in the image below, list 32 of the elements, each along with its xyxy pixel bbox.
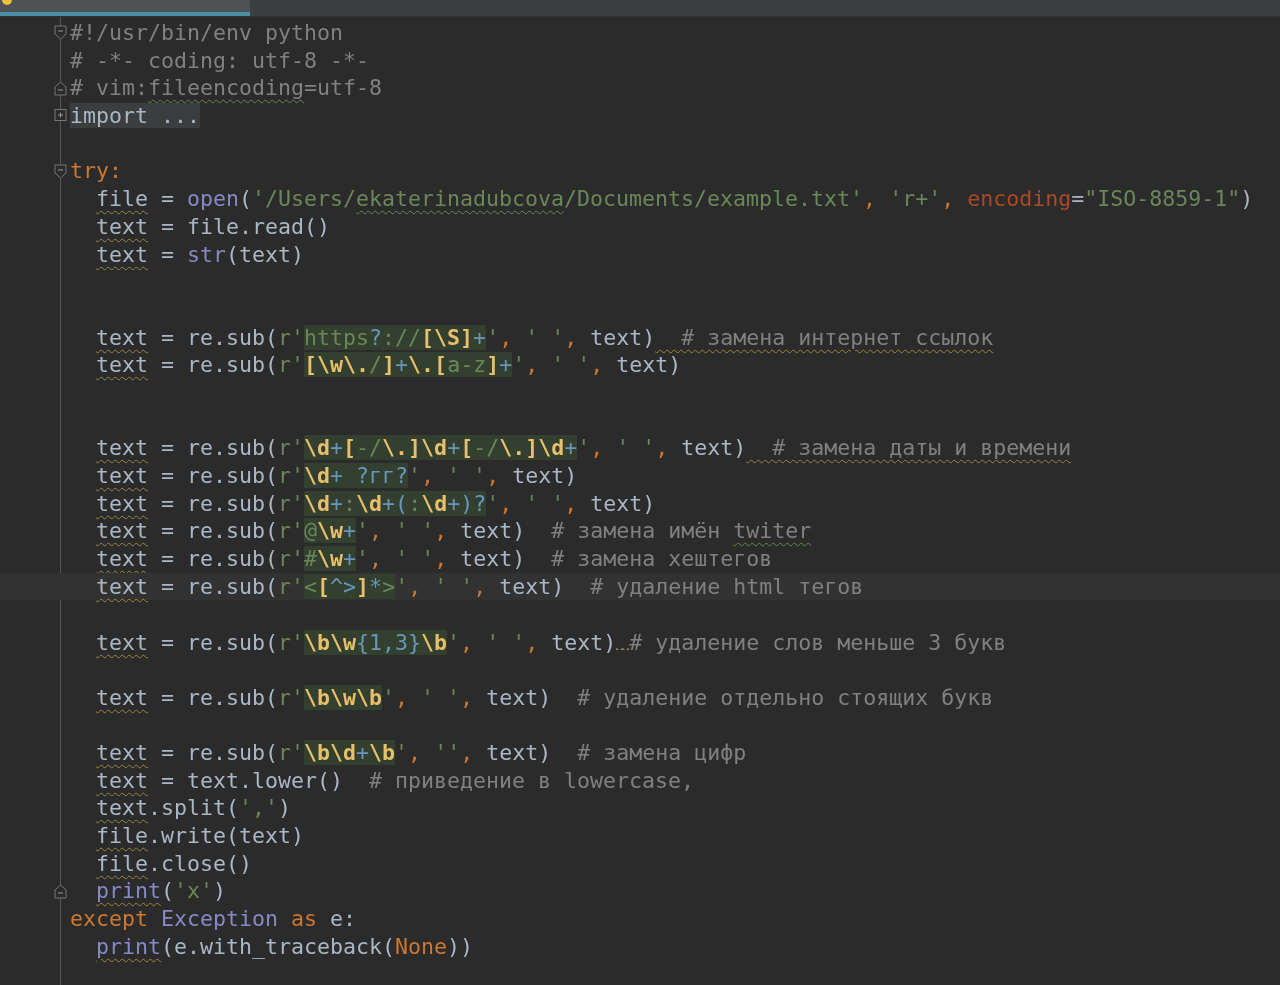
code-line: # vim:fileencoding=utf-8: [69, 74, 384, 103]
code-line: try:: [69, 157, 123, 186]
code-line: text = re.sub(r'\d+[-/\.]\d+[-/\.]\d+', ' ', text) # замена даты и времени: [95, 434, 1073, 462]
fold-marker-icon[interactable]: [54, 883, 67, 899]
fold-marker-icon[interactable]: [54, 25, 67, 41]
python-file-icon: [2, 0, 12, 8]
code-line: text = file.read(): [95, 212, 332, 241]
code-line: print(e.with_traceback(None)): [95, 932, 475, 961]
code-line: text = re.sub(r'[\w\./]+\.[a-z]+', ' ', text): [95, 351, 683, 379]
code-line: text = re.sub(r'<[^>]*>', ' ', text) # удаление html тегов: [95, 572, 865, 601]
code-line: text = re.sub(r'\b\w\b', ' ', text) # удаление отдельно стоящих букв: [95, 683, 995, 712]
code-line: text = re.sub(r'#\w+', ' ', text) # замена хештегов: [95, 545, 774, 573]
code-line: text = re.sub(r'https?://[\S]+', ' ', text) # замена интернет ссылок: [95, 323, 995, 352]
fold-marker-icon[interactable]: [54, 108, 67, 124]
code-line: text = re.sub(r'\d+ ?гг?', ' ', text): [95, 462, 579, 490]
code-line: text = text.lower() # приведение в lowercase,: [95, 766, 696, 795]
code-line: text.split(','): [95, 794, 293, 822]
editor-tab[interactable]: [0, 0, 250, 16]
code-line: file = open('/Users/ekaterinadubcova/Documents/example.txt', 'r+', encoding="ISO-8859-1"): [95, 185, 1255, 213]
code-line: # -*- coding: utf-8 -*-: [69, 46, 370, 75]
fold-marker-icon[interactable]: [54, 163, 67, 179]
code-line: file.close(): [95, 849, 254, 878]
code-line: text = re.sub(r'\b\d+\b', '', text) # замена цифр: [95, 738, 748, 767]
code-line: text = re.sub(r'\b\w{1,3}\b', ' ', text) # удаление слов меньше 3 букв: [95, 628, 1008, 657]
code-line: except Exception as e:: [69, 905, 358, 933]
code-line: #!/usr/bin/env python: [69, 19, 344, 47]
code-line: text = re.sub(r'\d+:\d+(:\d+)?', ' ', text): [95, 489, 657, 518]
code-line: file.write(text): [95, 821, 306, 850]
code-line: print('x'): [95, 877, 228, 905]
fold-marker-icon[interactable]: [54, 80, 67, 96]
code-line: text = str(text): [95, 240, 306, 269]
code-line: text = re.sub(r'@\w+', ' ', text) # замена имён twiter: [95, 517, 813, 546]
